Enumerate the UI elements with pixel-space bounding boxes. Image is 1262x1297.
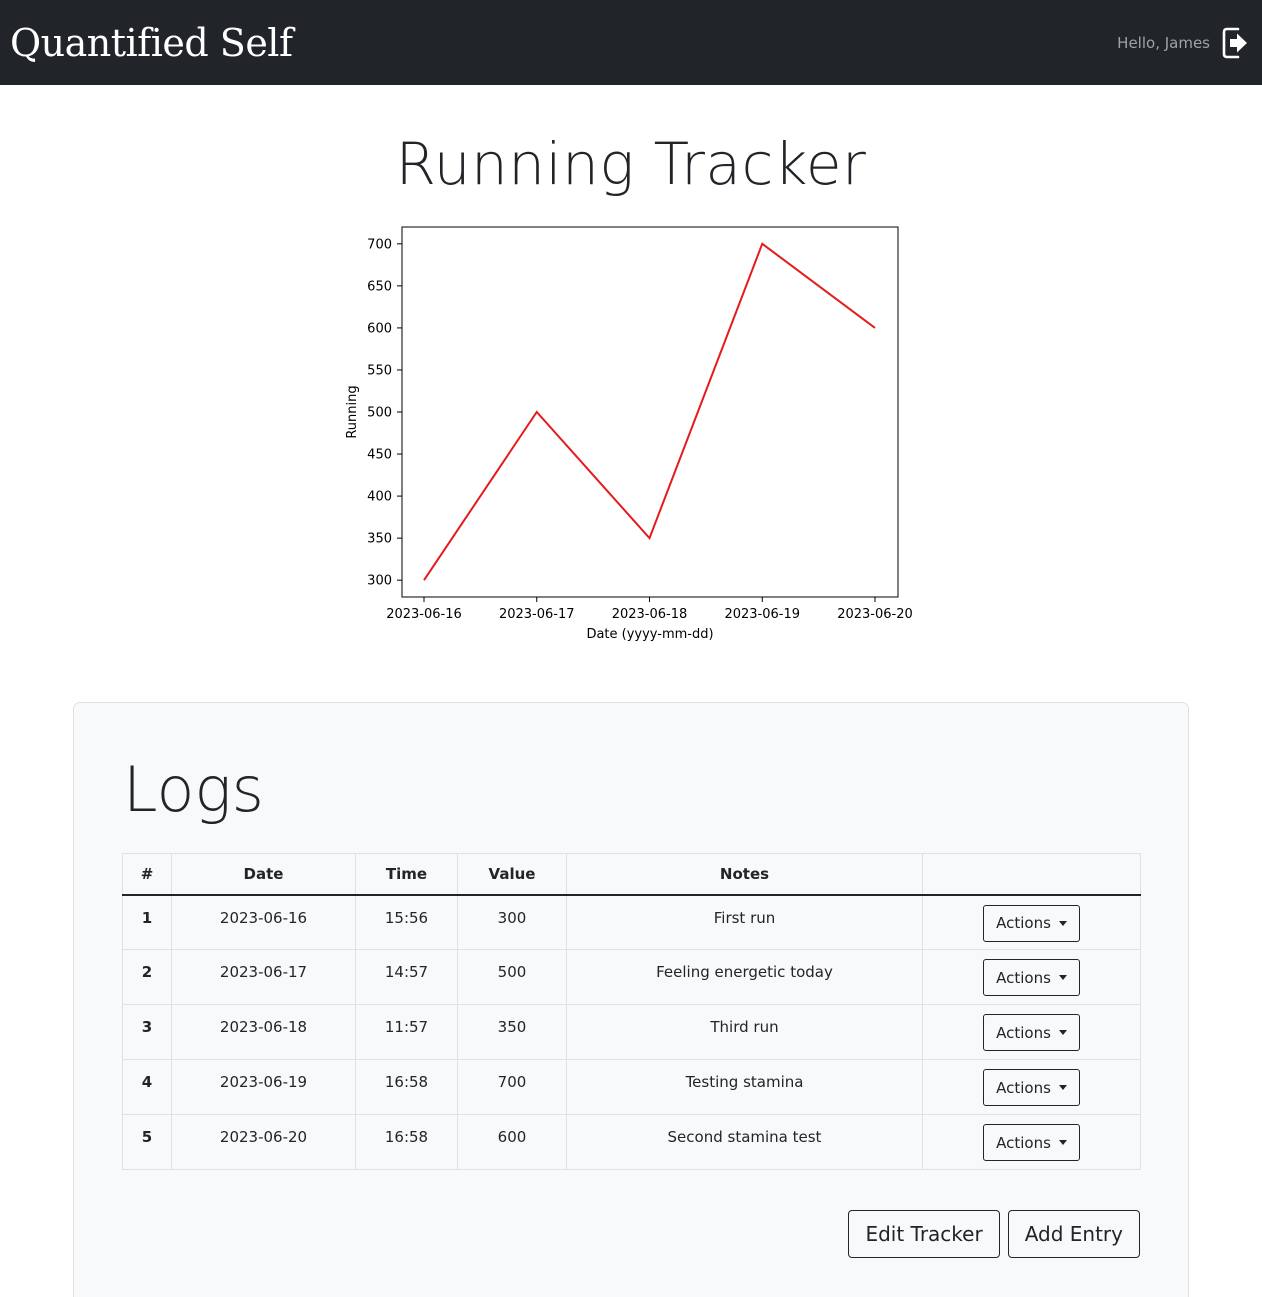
plot-frame xyxy=(401,226,899,598)
actions-label: Actions xyxy=(996,1023,1051,1042)
row-actions-cell: Actions xyxy=(922,1059,1141,1115)
actions-dropdown-button[interactable]: Actions xyxy=(983,1014,1080,1051)
row-time: 16:58 xyxy=(355,1059,458,1115)
x-tick-label: 2023-06-18 xyxy=(612,607,688,622)
logs-card: Logs # Date Time Value Notes 1 2023-06-1… xyxy=(73,702,1189,1297)
caret-down-icon xyxy=(1058,1030,1067,1035)
row-actions-cell: Actions xyxy=(922,894,1141,950)
caret-down-icon xyxy=(1058,920,1067,926)
row-notes: Third run xyxy=(566,1004,923,1060)
user-area: Hello, James xyxy=(1117,26,1250,60)
logout-icon xyxy=(1222,27,1247,58)
table-row: 1 2023-06-16 15:56 300 First run Actions xyxy=(122,894,1141,950)
y-tick-label: 400 xyxy=(367,490,392,505)
actions-dropdown-button[interactable]: Actions xyxy=(983,959,1080,996)
col-header-time: Time xyxy=(355,853,458,896)
row-notes: Second stamina test xyxy=(566,1114,923,1170)
actions-label: Actions xyxy=(996,914,1051,932)
actions-dropdown-button[interactable]: Actions xyxy=(983,1069,1080,1106)
y-tick-label: 550 xyxy=(367,363,392,378)
row-number: 3 xyxy=(122,1004,172,1060)
table-row: 5 2023-06-20 16:58 600 Second stamina te… xyxy=(122,1114,1141,1170)
row-time: 11:57 xyxy=(355,1004,458,1060)
y-tick-label: 350 xyxy=(367,532,392,547)
x-tick-label: 2023-06-17 xyxy=(499,607,575,622)
row-value: 500 xyxy=(457,949,567,1005)
x-tick-label: 2023-06-19 xyxy=(724,607,800,622)
caret-down-icon xyxy=(1058,1140,1067,1145)
actions-label: Actions xyxy=(996,968,1051,987)
col-header-date: Date xyxy=(171,853,356,896)
y-tick-label: 500 xyxy=(367,406,392,421)
actions-dropdown-button[interactable]: Actions xyxy=(983,1124,1080,1161)
add-entry-button[interactable]: Add Entry xyxy=(1007,1210,1140,1258)
logs-title: Logs xyxy=(123,753,264,826)
x-axis-label: Date (yyyy-mm-dd) xyxy=(586,627,713,642)
logout-button[interactable] xyxy=(1220,26,1250,60)
table-row: 2 2023-06-17 14:57 500 Feeling energetic… xyxy=(122,949,1141,1005)
row-date: 2023-06-19 xyxy=(171,1059,356,1115)
row-date: 2023-06-20 xyxy=(171,1114,356,1170)
actions-label: Actions xyxy=(996,1133,1051,1152)
caret-down-icon xyxy=(1058,1085,1067,1090)
actions-label: Actions xyxy=(996,1078,1051,1097)
row-value: 350 xyxy=(457,1004,567,1060)
row-value: 300 xyxy=(457,894,567,950)
row-value: 700 xyxy=(457,1059,567,1115)
table-row: 3 2023-06-18 11:57 350 Third run Actions xyxy=(122,1004,1141,1060)
row-notes: Feeling energetic today xyxy=(566,949,923,1005)
col-header-actions xyxy=(922,853,1141,896)
row-time: 14:57 xyxy=(355,949,458,1005)
table-row: 4 2023-06-19 16:58 700 Testing stamina A… xyxy=(122,1059,1141,1115)
row-actions-cell: Actions xyxy=(922,949,1141,1005)
running-line-chart: 300 350 400 450 500 550 600 650 700 2023-06-16 202… xyxy=(345,226,913,642)
y-tick-label: 600 xyxy=(367,321,392,336)
table-header-row: # Date Time Value Notes xyxy=(122,853,1141,896)
row-number: 4 xyxy=(122,1059,172,1115)
row-date: 2023-06-18 xyxy=(171,1004,356,1060)
y-tick-label: 450 xyxy=(367,448,392,463)
navbar: Quantified Self Hello, James xyxy=(0,0,1262,85)
y-tick-label: 650 xyxy=(367,279,392,294)
row-value: 600 xyxy=(457,1114,567,1170)
x-tick-label: 2023-06-16 xyxy=(386,607,462,622)
row-actions-cell: Actions xyxy=(922,1004,1141,1060)
row-number: 2 xyxy=(122,949,172,1005)
y-tick-label: 300 xyxy=(367,574,392,589)
logs-table: # Date Time Value Notes 1 2023-06-16 15:… xyxy=(122,853,1141,1170)
col-header-notes: Notes xyxy=(566,853,923,896)
page-title: Running Tracker xyxy=(395,130,867,198)
row-actions-cell: Actions xyxy=(922,1114,1141,1170)
user-greeting: Hello, James xyxy=(1117,33,1210,52)
footer-buttons: Edit Tracker Add Entry xyxy=(848,1210,1140,1258)
row-notes: Testing stamina xyxy=(566,1059,923,1115)
row-date: 2023-06-17 xyxy=(171,949,356,1005)
row-time: 16:58 xyxy=(355,1114,458,1170)
y-tick-label: 700 xyxy=(367,237,392,252)
row-time: 15:56 xyxy=(355,894,458,950)
y-axis-label: Running xyxy=(345,385,360,438)
row-date: 2023-06-16 xyxy=(171,894,356,950)
edit-tracker-button[interactable]: Edit Tracker xyxy=(848,1210,1000,1258)
row-number: 1 xyxy=(122,894,172,950)
x-tick-label: 2023-06-20 xyxy=(837,607,913,622)
col-header-number: # xyxy=(122,853,172,896)
row-number: 5 xyxy=(122,1114,172,1170)
brand-logo[interactable]: Quantified Self xyxy=(10,21,293,65)
col-header-value: Value xyxy=(457,853,567,896)
caret-down-icon xyxy=(1058,975,1067,980)
actions-dropdown-button[interactable]: Actions xyxy=(983,904,1080,942)
row-notes: First run xyxy=(566,894,923,950)
